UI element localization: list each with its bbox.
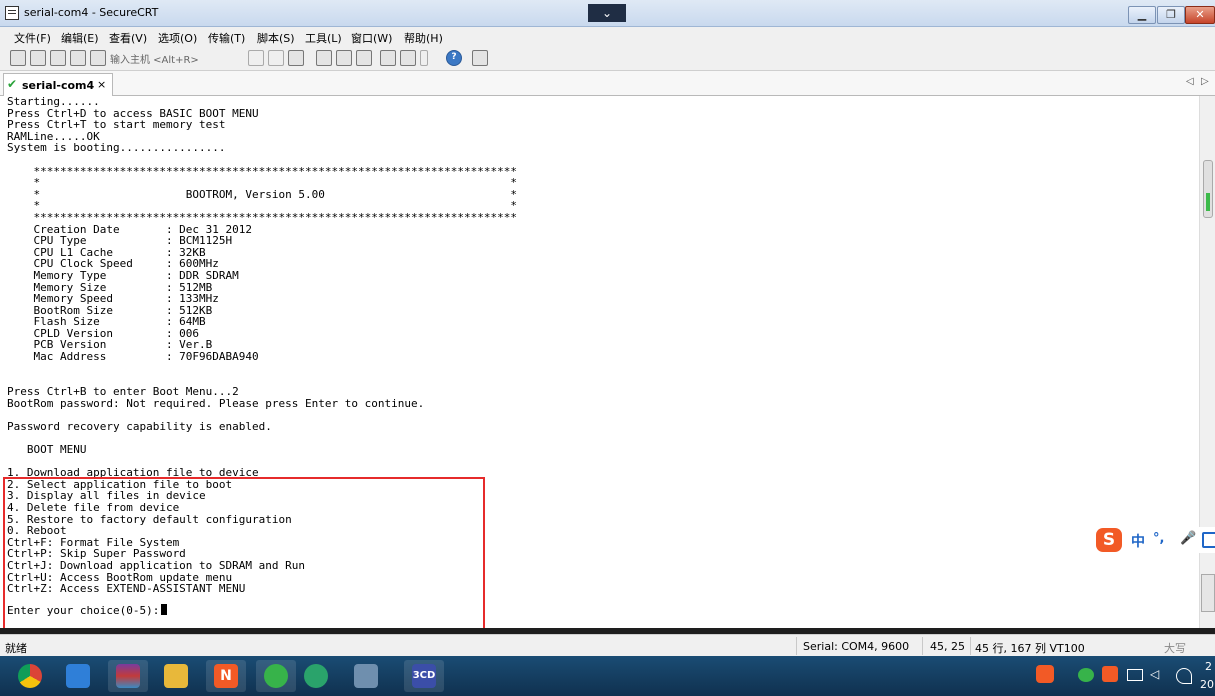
restore-icon: ❐ bbox=[1166, 8, 1176, 21]
status-cursor-position: 45, 25 bbox=[930, 640, 965, 653]
app-n-icon[interactable]: N bbox=[206, 660, 246, 692]
clock-date[interactable]: 20 bbox=[1200, 678, 1214, 691]
connect-tab-icon[interactable] bbox=[50, 50, 66, 66]
tray-wechat-icon[interactable] bbox=[1078, 668, 1094, 682]
app-square-icon[interactable] bbox=[346, 660, 386, 692]
connected-check-icon: ✔ bbox=[7, 77, 18, 91]
menu-window[interactable]: 窗口(W) bbox=[351, 30, 392, 46]
sftp-icon[interactable] bbox=[316, 50, 332, 66]
3cd-icon[interactable]: 3CD bbox=[404, 660, 444, 692]
status-divider bbox=[970, 637, 971, 655]
menu-options[interactable]: 选项(O) bbox=[158, 30, 197, 46]
help-icon[interactable]: ? bbox=[446, 50, 462, 66]
ime-toolbar[interactable]: S 中 °, 🎤 bbox=[1096, 527, 1215, 553]
windows-taskbar: N 3CD ◁ 2 20 bbox=[0, 656, 1215, 696]
securecrt-app-icon[interactable] bbox=[5, 6, 19, 20]
winrar-icon[interactable] bbox=[108, 660, 148, 692]
paste-icon[interactable] bbox=[268, 50, 284, 66]
qq-browser-icon[interactable] bbox=[58, 660, 98, 692]
copy-icon[interactable] bbox=[248, 50, 264, 66]
menu-file[interactable]: 文件(F) bbox=[14, 30, 51, 46]
reconnect-icon[interactable] bbox=[70, 50, 86, 66]
log-icon[interactable] bbox=[336, 50, 352, 66]
host-input[interactable]: 输入主机 <Alt+R> bbox=[110, 51, 199, 66]
screen-icon[interactable] bbox=[472, 50, 488, 66]
tray-sogou-icon[interactable] bbox=[1036, 665, 1054, 683]
status-terminal-size: 45 行, 167 列 VT100 bbox=[975, 642, 1085, 655]
menu-script[interactable]: 脚本(S) bbox=[257, 30, 295, 46]
minimize-icon: ▁ bbox=[1137, 8, 1147, 21]
prompt-text: Enter your choice(0-5): bbox=[7, 604, 160, 617]
chevron-down-icon: ⌄ bbox=[601, 6, 613, 20]
scrollbar-lower-thumb[interactable] bbox=[1201, 574, 1215, 612]
tab-label: serial-com4 bbox=[22, 79, 95, 92]
maximize-button[interactable]: ❐ bbox=[1157, 6, 1185, 24]
tab-scroll-left-icon[interactable]: ◁ bbox=[1186, 76, 1194, 87]
disconnect-icon[interactable] bbox=[90, 50, 106, 66]
close-icon: ✕ bbox=[1195, 8, 1205, 21]
tray-network-icon[interactable] bbox=[1127, 669, 1143, 681]
menu-transfer[interactable]: 传输(T) bbox=[208, 30, 245, 46]
status-divider bbox=[922, 637, 923, 655]
chrome-icon[interactable] bbox=[10, 660, 50, 692]
command-prompt[interactable]: Enter your choice(0-5): bbox=[7, 604, 168, 617]
print-icon[interactable] bbox=[356, 50, 372, 66]
tray-volume-icon[interactable]: ◁ bbox=[1150, 667, 1164, 681]
ime-language-toggle[interactable]: 中 bbox=[1131, 531, 1145, 551]
toolbar: 输入主机 <Alt+R> ? bbox=[0, 46, 1215, 71]
status-ready: 就绪 bbox=[5, 642, 27, 655]
scrollbar-thumb[interactable] bbox=[1203, 160, 1213, 218]
menu-help[interactable]: 帮助(H) bbox=[404, 30, 443, 46]
find-icon[interactable] bbox=[288, 50, 304, 66]
menu-bar: 文件(F) 编辑(E) 查看(V) 选项(O) 传输(T) 脚本(S) 工具(L… bbox=[0, 27, 1215, 46]
window-title: serial-com4 - SecureCRT bbox=[24, 6, 159, 19]
boot-menu-output: Press Ctrl+B to enter Boot Menu...2 Boot… bbox=[7, 385, 425, 596]
session-options-icon[interactable] bbox=[380, 50, 396, 66]
tray-wifi-icon[interactable] bbox=[1176, 668, 1192, 684]
keymap-icon[interactable] bbox=[420, 50, 428, 66]
terminal-screen[interactable]: Starting...... Press Ctrl+D to access BA… bbox=[0, 96, 1199, 628]
tab-serial-com4[interactable]: ✔ serial-com4 × bbox=[3, 73, 113, 96]
status-caps-lock: 大写 bbox=[1164, 642, 1186, 655]
microphone-icon[interactable]: 🎤 bbox=[1180, 531, 1196, 546]
session-dropdown-button[interactable]: ⌄ bbox=[588, 4, 626, 22]
minimize-button[interactable]: ▁ bbox=[1128, 6, 1156, 24]
close-button[interactable]: ✕ bbox=[1185, 6, 1215, 24]
edge-icon[interactable] bbox=[296, 660, 336, 692]
sogou-logo-icon[interactable]: S bbox=[1096, 528, 1122, 552]
clock-time[interactable]: 2 bbox=[1205, 660, 1212, 673]
tray-app-n-icon[interactable] bbox=[1102, 666, 1118, 682]
global-options-icon[interactable] bbox=[400, 50, 416, 66]
title-bar: serial-com4 - SecureCRT ⌄ ▁ ❐ ✕ bbox=[0, 0, 1215, 27]
status-divider bbox=[796, 637, 797, 655]
boot-output: Starting...... Press Ctrl+D to access BA… bbox=[7, 96, 517, 364]
connect-icon[interactable] bbox=[10, 50, 26, 66]
menu-tools[interactable]: 工具(L) bbox=[305, 30, 342, 46]
session-tab-strip: ✔ serial-com4 × ◁ ▷ bbox=[0, 71, 1215, 96]
status-connection: Serial: COM4, 9600 bbox=[803, 640, 910, 653]
menu-edit[interactable]: 编辑(E) bbox=[61, 30, 99, 46]
menu-view[interactable]: 查看(V) bbox=[109, 30, 147, 46]
folder-icon[interactable] bbox=[156, 660, 196, 692]
tab-scroll-right-icon[interactable]: ▷ bbox=[1201, 76, 1209, 87]
text-cursor bbox=[161, 604, 168, 615]
tab-close-icon[interactable]: × bbox=[97, 78, 106, 91]
wechat-icon[interactable] bbox=[256, 660, 296, 692]
ime-punctuation-toggle[interactable]: °, bbox=[1153, 531, 1164, 546]
keyboard-icon[interactable] bbox=[1202, 532, 1215, 548]
status-bar: 就绪 Serial: COM4, 9600 45, 25 45 行, 167 列… bbox=[0, 634, 1215, 657]
quick-connect-icon[interactable] bbox=[30, 50, 46, 66]
